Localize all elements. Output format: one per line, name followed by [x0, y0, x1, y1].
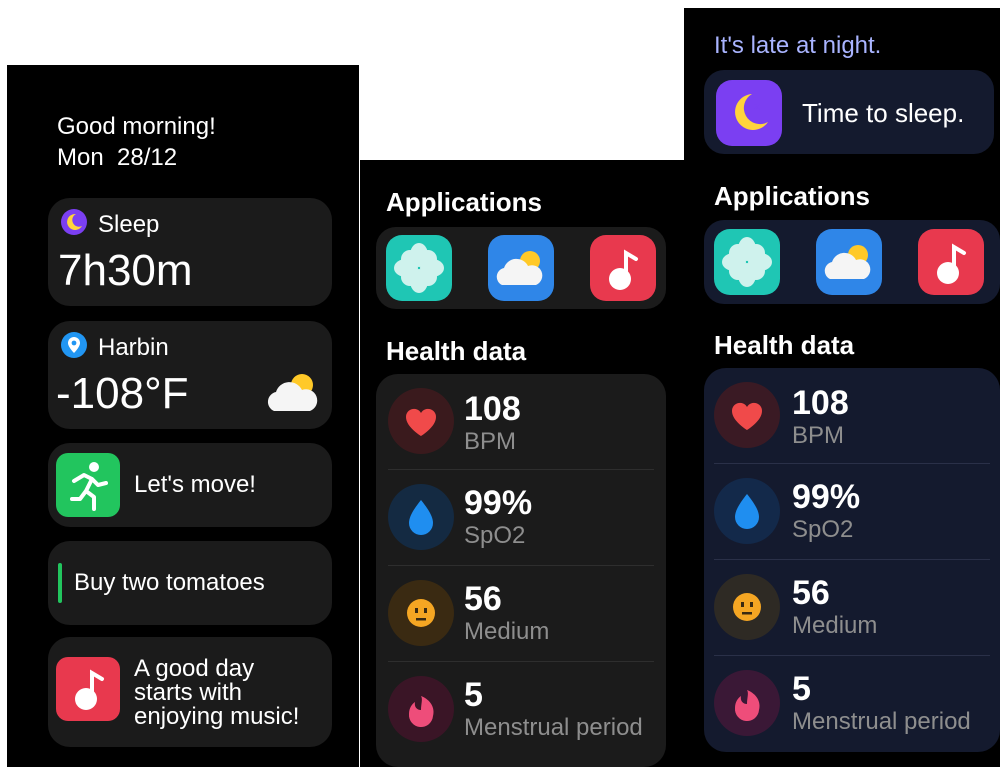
- stress-value: 56: [464, 580, 502, 618]
- health-row-stress[interactable]: 56 Medium: [376, 566, 666, 661]
- moon-icon: z: [716, 80, 782, 146]
- sleep-reminder-text: Time to sleep.: [802, 98, 965, 128]
- health-row-menstrual[interactable]: 5 Menstrual period: [376, 662, 666, 767]
- heart-rate-unit: BPM: [792, 422, 845, 449]
- water-drop-icon: [714, 478, 780, 544]
- music-line-3: enjoying music!: [134, 703, 300, 730]
- spo2-value: 99%: [792, 478, 861, 516]
- partly-cloudy-icon: [264, 369, 322, 415]
- heart-rate-value: 108: [792, 384, 849, 422]
- todo-card[interactable]: Buy two tomatoes: [48, 541, 332, 625]
- todo-text: Buy two tomatoes: [74, 569, 265, 596]
- water-drop-icon: [388, 484, 454, 550]
- sleep-reminder-card[interactable]: z Time to sleep.: [704, 70, 994, 154]
- location-pin-icon: [60, 331, 88, 359]
- music-card[interactable]: A good day starts with enjoying music!: [48, 637, 332, 747]
- health-data-card: 108 BPM 99% SpO2 56 Medium 5 Menstrual p…: [376, 374, 666, 767]
- date-text: Mon 28/12: [57, 144, 178, 171]
- todo-accent-bar: [58, 563, 62, 603]
- weather-city: Harbin: [98, 334, 169, 361]
- music-note-icon: [56, 657, 120, 721]
- health-row-spo2[interactable]: 99% SpO2: [704, 464, 1000, 559]
- menstrual-unit: Menstrual period: [464, 714, 643, 741]
- sleep-card[interactable]: Sleep 7h30m: [48, 198, 332, 306]
- moon-icon: [60, 208, 88, 236]
- spo2-unit: SpO2: [464, 522, 526, 549]
- weather-card[interactable]: Harbin -108°F: [48, 321, 332, 429]
- heart-rate-unit: BPM: [464, 428, 517, 455]
- health-data-card: 108 BPM 99% SpO2 56 Medium 5 Menstrual p…: [704, 368, 1000, 752]
- sleep-label: Sleep: [98, 211, 160, 238]
- menstrual-value: 5: [464, 676, 483, 714]
- heart-rate-value: 108: [464, 390, 521, 428]
- watch-screen-1: Good morning! Mon 28/12 Sleep 7h30m Harb…: [7, 65, 359, 767]
- stress-face-icon: [714, 574, 780, 640]
- menstrual-icon: [388, 676, 454, 742]
- health-row-spo2[interactable]: 99% SpO2: [376, 470, 666, 565]
- sleep-value: 7h30m: [58, 246, 193, 295]
- heart-icon: [714, 382, 780, 448]
- menstrual-icon: [714, 670, 780, 736]
- running-icon: [56, 453, 120, 517]
- health-data-title: Health data: [714, 330, 855, 360]
- spo2-value: 99%: [464, 484, 533, 522]
- stress-face-icon: [388, 580, 454, 646]
- watch-face-2: Applications Health data 108 BPM 99% SpO…: [370, 160, 674, 767]
- stress-unit: Medium: [464, 618, 550, 645]
- weather-app-icon[interactable]: [488, 235, 554, 301]
- watch-screen-3: It's late at night. z Time to sleep. App…: [684, 8, 1000, 767]
- watch-face-3: It's late at night. z Time to sleep. App…: [694, 8, 1000, 767]
- music-app-icon[interactable]: [918, 229, 984, 295]
- applications-row: [376, 227, 666, 309]
- menstrual-value: 5: [792, 670, 811, 708]
- menstrual-unit: Menstrual period: [792, 708, 971, 735]
- flower-app-icon[interactable]: [714, 229, 780, 295]
- health-data-title: Health data: [386, 336, 527, 366]
- music-app-icon[interactable]: [590, 235, 656, 301]
- move-label: Let's move!: [134, 471, 256, 498]
- flower-app-icon[interactable]: [386, 235, 452, 301]
- svg-text:z: z: [754, 99, 760, 113]
- watch-face-1: Good morning! Mon 28/12 Sleep 7h30m Harb…: [40, 86, 345, 767]
- stress-unit: Medium: [792, 612, 878, 639]
- weather-app-icon[interactable]: [816, 229, 882, 295]
- move-card[interactable]: Let's move!: [48, 443, 332, 527]
- night-text: It's late at night.: [714, 32, 882, 59]
- weather-temp: -108°F: [56, 369, 189, 418]
- health-row-heart[interactable]: 108 BPM: [376, 374, 666, 469]
- applications-title: Applications: [386, 187, 543, 217]
- heart-icon: [388, 388, 454, 454]
- watch-screen-2: Applications Health data 108 BPM 99% SpO…: [360, 160, 684, 767]
- health-row-menstrual[interactable]: 5 Menstrual period: [704, 656, 1000, 752]
- health-row-heart[interactable]: 108 BPM: [704, 368, 1000, 463]
- stress-value: 56: [792, 574, 830, 612]
- applications-row: [704, 220, 1000, 304]
- greeting-text: Good morning!: [57, 113, 216, 140]
- health-row-stress[interactable]: 56 Medium: [704, 560, 1000, 655]
- spo2-unit: SpO2: [792, 516, 854, 543]
- applications-title: Applications: [714, 181, 871, 211]
